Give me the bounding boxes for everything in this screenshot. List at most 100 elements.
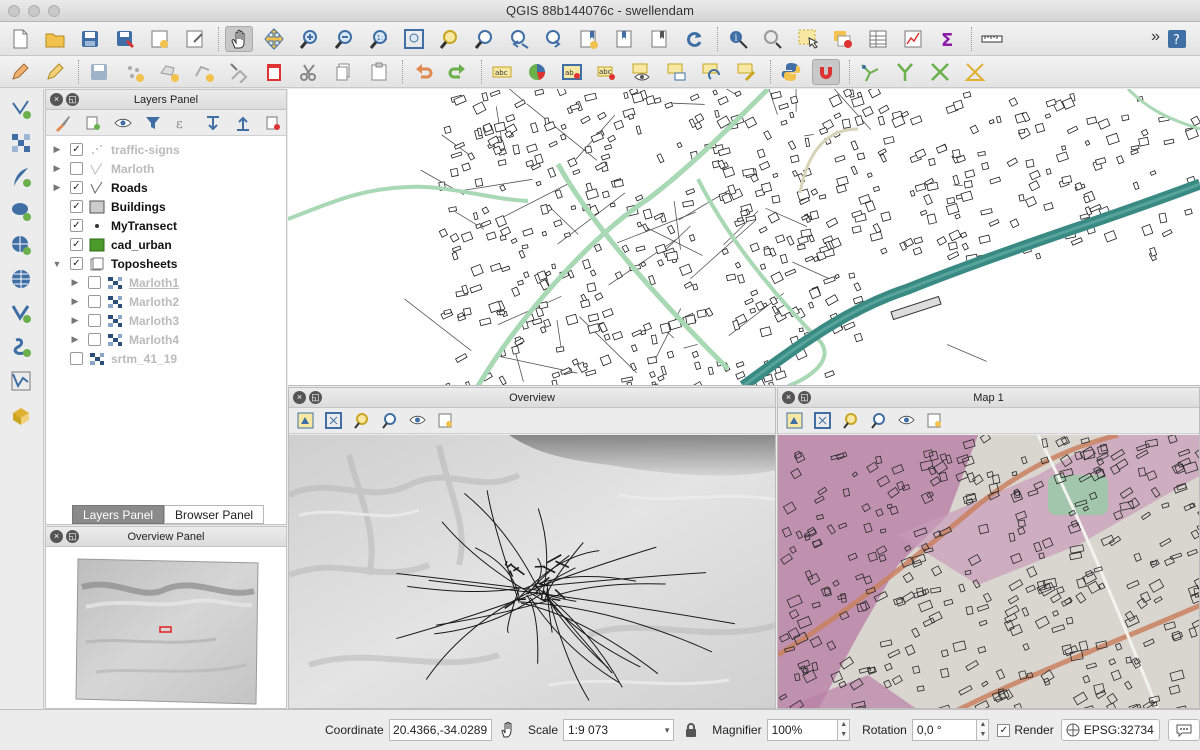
- move-feature-icon[interactable]: [155, 59, 183, 85]
- main-map-canvas[interactable]: [288, 89, 1200, 386]
- new-bookmark-icon[interactable]: [575, 26, 603, 52]
- layer-visibility-checkbox[interactable]: ✓: [70, 257, 83, 270]
- close-dock-icon[interactable]: ×: [782, 391, 795, 404]
- chevron-down-icon[interactable]: ▼: [52, 259, 62, 269]
- move-label-icon[interactable]: [628, 59, 656, 85]
- add-virtual-layer-icon[interactable]: [6, 367, 36, 395]
- layer-row-marloth2[interactable]: ▶ Marloth2: [46, 292, 286, 311]
- add-raster-layer-icon[interactable]: [6, 129, 36, 157]
- zoom-to-selection-icon[interactable]: [838, 410, 862, 432]
- layer-visibility-checkbox[interactable]: ✓: [70, 143, 83, 156]
- chevron-right-icon[interactable]: ▶: [70, 296, 80, 307]
- zoom-last-icon[interactable]: [505, 26, 533, 52]
- overview-dock-canvas[interactable]: [289, 435, 775, 708]
- add-postgis-layer-icon[interactable]: [6, 197, 36, 225]
- zoom-native-icon[interactable]: 1:1: [365, 26, 393, 52]
- crs-button[interactable]: EPSG:32734: [1060, 719, 1161, 741]
- toolbar-overflow-button[interactable]: »: [1151, 28, 1160, 46]
- overview-map-canvas[interactable]: [46, 547, 286, 707]
- paste-features-icon[interactable]: [330, 59, 358, 85]
- show-bookmarks-icon[interactable]: [610, 26, 638, 52]
- reshape-icon[interactable]: [961, 59, 989, 85]
- layer-row-roads[interactable]: ▶ ✓ Roads: [46, 178, 286, 197]
- chevron-right-icon[interactable]: ▶: [70, 277, 80, 288]
- pan-to-selection-icon[interactable]: [260, 26, 288, 52]
- add-spatialite-layer-icon[interactable]: [6, 333, 36, 361]
- trace-icon[interactable]: [856, 59, 884, 85]
- layer-row-cad-urban[interactable]: ✓ cad_urban: [46, 235, 286, 254]
- add-point-icon[interactable]: [120, 59, 148, 85]
- float-panel-icon[interactable]: ◱: [66, 530, 79, 543]
- zoom-full-icon[interactable]: [321, 410, 345, 432]
- digitize-icon[interactable]: [812, 58, 840, 85]
- rotation-field[interactable]: 0,0 °: [911, 719, 978, 741]
- zoom-to-layer-icon[interactable]: [470, 26, 498, 52]
- add-group-icon[interactable]: [80, 112, 106, 134]
- zoom-window-button[interactable]: [48, 5, 60, 17]
- delete-selected-icon[interactable]: [225, 59, 253, 85]
- attribute-table-icon[interactable]: [864, 26, 892, 52]
- add-delimited-text-icon[interactable]: [6, 163, 36, 191]
- collapse-all-icon[interactable]: [230, 112, 256, 134]
- float-dock-icon[interactable]: ◱: [798, 391, 811, 404]
- save-project-icon[interactable]: [76, 26, 104, 52]
- magnifier-spinner[interactable]: ▲ ▼: [838, 719, 851, 741]
- map-settings-icon[interactable]: [433, 410, 457, 432]
- merge-icon[interactable]: [926, 59, 954, 85]
- layer-visibility-checkbox[interactable]: ✓: [70, 181, 83, 194]
- show-hide-label-icon[interactable]: abc: [593, 59, 621, 85]
- layer-visibility-checkbox[interactable]: [88, 314, 101, 327]
- identify-icon[interactable]: i: [724, 26, 752, 52]
- zoom-to-layer-icon[interactable]: [866, 410, 890, 432]
- new-project-icon[interactable]: [6, 26, 34, 52]
- filter-expression-icon[interactable]: ε: [170, 112, 196, 134]
- map1-dock-canvas[interactable]: [778, 435, 1199, 708]
- close-dock-icon[interactable]: ×: [293, 391, 306, 404]
- layer-row-marloth1[interactable]: ▶ Marloth1: [46, 273, 286, 292]
- close-panel-icon[interactable]: ×: [50, 530, 63, 543]
- undo-icon[interactable]: [365, 59, 393, 85]
- expand-all-icon[interactable]: [200, 112, 226, 134]
- zoom-full-icon[interactable]: [400, 26, 428, 52]
- node-tool-icon[interactable]: [190, 59, 218, 85]
- label-icon[interactable]: [444, 59, 472, 85]
- layer-visibility-checkbox[interactable]: [70, 162, 83, 175]
- magnifier-field[interactable]: 100%: [766, 719, 839, 741]
- select-feature-icon[interactable]: [794, 26, 822, 52]
- field-calculator-icon[interactable]: [899, 26, 927, 52]
- layer-row-traffic-signs[interactable]: ▶ ✓ traffic-signs: [46, 140, 286, 159]
- tab-browser-panel[interactable]: Browser Panel: [164, 505, 265, 524]
- chevron-right-icon[interactable]: ▶: [70, 334, 80, 345]
- sync-view-icon[interactable]: [293, 410, 317, 432]
- pin-label-icon[interactable]: ab: [558, 59, 586, 85]
- layer-row-toposheets[interactable]: ▼ ✓ Toposheets: [46, 254, 286, 273]
- lock-scale-icon[interactable]: [680, 719, 702, 741]
- zoom-out-icon[interactable]: [330, 26, 358, 52]
- toggle-editing-icon[interactable]: [41, 59, 69, 85]
- python-console-icon[interactable]: [733, 59, 761, 85]
- layer-row-mytransect[interactable]: ✓ MyTransect: [46, 216, 286, 235]
- layer-row-marloth3[interactable]: ▶ Marloth3: [46, 311, 286, 330]
- zoom-to-selection-icon[interactable]: [435, 26, 463, 52]
- layer-visibility-checkbox[interactable]: [70, 352, 83, 365]
- add-wcs-layer-icon[interactable]: [6, 265, 36, 293]
- minimize-window-button[interactable]: [28, 5, 40, 17]
- show-map-tips-icon[interactable]: [645, 26, 673, 52]
- float-panel-icon[interactable]: ◱: [66, 93, 79, 106]
- chevron-right-icon[interactable]: ▶: [52, 144, 62, 155]
- rotation-spinner[interactable]: ▲ ▼: [977, 719, 990, 741]
- tab-layers-panel[interactable]: Layers Panel: [72, 505, 165, 524]
- toggle-extents-icon[interactable]: [496, 719, 520, 741]
- zoom-full-icon[interactable]: [810, 410, 834, 432]
- scale-combobox[interactable]: 1:9 073 ▾: [563, 719, 675, 741]
- zoom-to-layer-icon[interactable]: [377, 410, 401, 432]
- current-edits-icon[interactable]: [6, 59, 34, 85]
- copy-features-icon[interactable]: [295, 59, 323, 85]
- measure-icon[interactable]: [978, 26, 1006, 52]
- messages-button[interactable]: [1168, 719, 1200, 741]
- coordinate-field[interactable]: 20.4366,-34.0289: [388, 719, 493, 741]
- layer-row-srtm-41-19[interactable]: srtm_41_19: [46, 349, 286, 368]
- zoom-to-selection-icon[interactable]: [349, 410, 373, 432]
- select-tools-icon[interactable]: [759, 26, 787, 52]
- render-checkbox[interactable]: ✓: [997, 723, 1011, 737]
